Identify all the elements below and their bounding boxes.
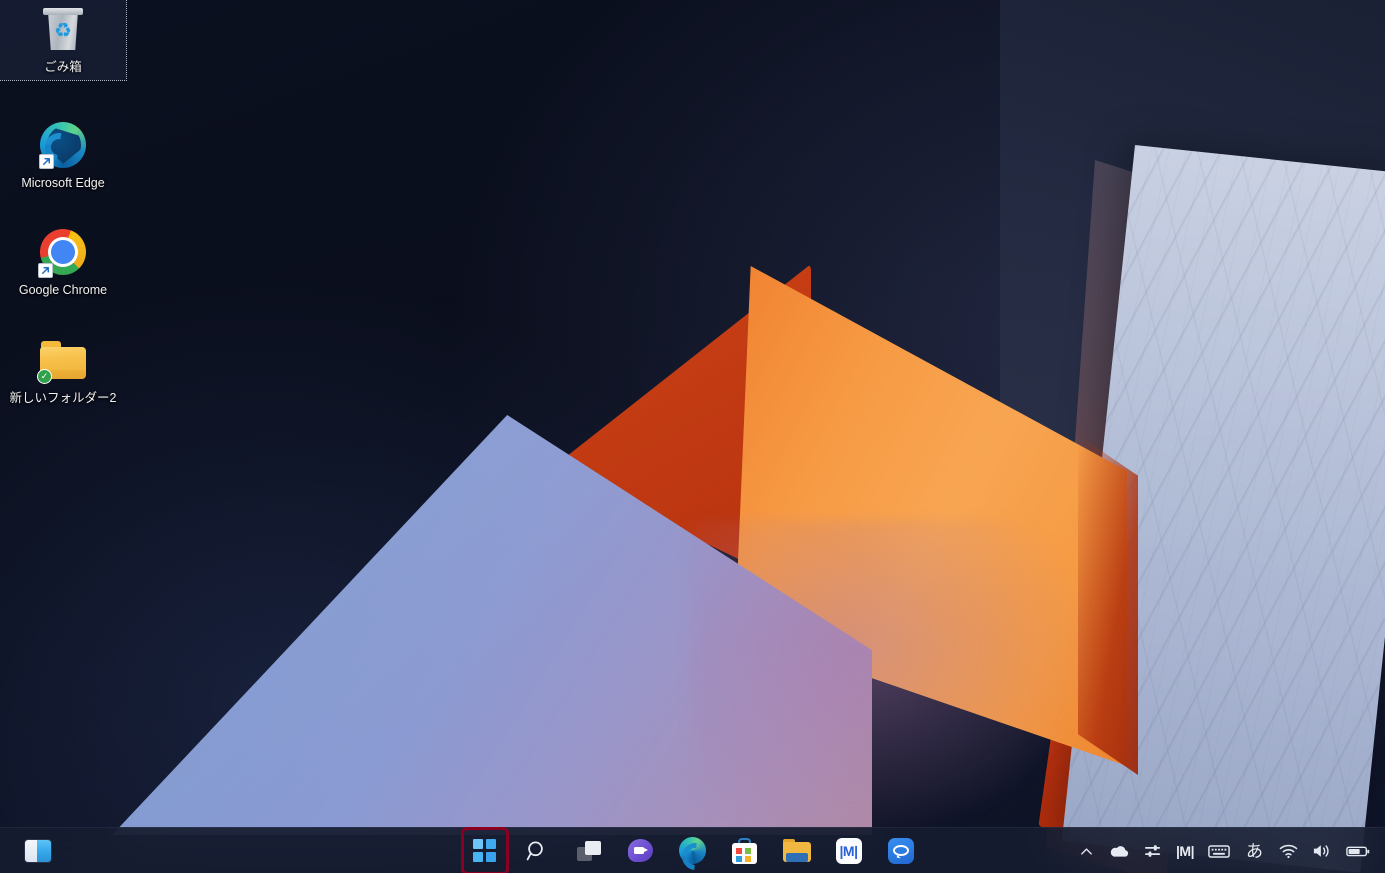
desktop-screen: ♻ ごみ箱 Microsoft Edge Google Chrome ✓ 新しい…	[0, 0, 1385, 873]
taskbar-widgets-button[interactable]	[18, 831, 58, 871]
taskbar-chat-button[interactable]	[621, 831, 661, 871]
widgets-icon	[25, 840, 51, 862]
taskbar-pinned-group: |M|	[460, 826, 921, 873]
desktop-icon-label: ごみ箱	[44, 60, 82, 74]
file-explorer-icon	[782, 839, 811, 862]
microsoft-edge-icon	[679, 837, 706, 864]
tray-volume-button[interactable]	[1305, 831, 1339, 871]
cloud-icon	[1110, 846, 1129, 857]
microsoft-store-icon	[732, 837, 757, 864]
tray-onedrive-button[interactable]	[1101, 831, 1137, 871]
folder-icon: ✓	[37, 337, 87, 385]
taskbar-store-button[interactable]	[725, 831, 765, 871]
chevron-up-icon	[1081, 847, 1092, 855]
desktop-icon-recycle-bin[interactable]: ♻ ごみ箱	[0, 0, 127, 81]
oval-chat-icon	[887, 837, 914, 864]
system-tray: |M| あ	[1072, 828, 1377, 873]
desktop-icon-label: Google Chrome	[18, 283, 108, 298]
onedrive-synced-check-icon: ✓	[37, 368, 52, 384]
taskbar-file-explorer-button[interactable]	[777, 831, 817, 871]
desktop-icon-label: Microsoft Edge	[21, 175, 105, 190]
keyboard-icon	[1208, 844, 1230, 858]
battery-icon	[1346, 846, 1370, 857]
tray-settings-button[interactable]	[1137, 831, 1169, 871]
ime-hiragana-icon: あ	[1246, 841, 1263, 861]
mi-app-icon: |M|	[835, 837, 862, 864]
shortcut-arrow-icon	[39, 153, 54, 169]
ime-mode-icon: |M|	[1176, 843, 1195, 859]
desktop-icon-label: 新しいフォルダー2	[9, 390, 117, 405]
taskbar-oval-app-button[interactable]	[881, 831, 921, 871]
shortcut-arrow-icon	[38, 263, 53, 279]
wallpaper-purple-haze	[690, 520, 1090, 840]
taskbar-search-button[interactable]	[517, 831, 557, 871]
tray-ime-input-button[interactable]: あ	[1237, 831, 1272, 871]
search-icon	[526, 841, 543, 860]
tray-ime-pad-button[interactable]	[1201, 831, 1237, 871]
volume-icon	[1313, 845, 1329, 857]
taskbar-start-button[interactable]	[460, 826, 509, 873]
taskbar-mi-app-button[interactable]: |M|	[829, 831, 869, 871]
desktop-icon-google-chrome[interactable]: Google Chrome	[0, 223, 126, 303]
tray-battery-button[interactable]	[1339, 831, 1377, 871]
chat-icon	[628, 839, 653, 862]
desktop-icon-new-folder-2[interactable]: ✓ 新しいフォルダー2	[0, 331, 126, 411]
taskbar: |M| |M| あ	[0, 826, 1385, 873]
desktop-wallpaper	[0, 0, 1385, 873]
desktop-icon-microsoft-edge[interactable]: Microsoft Edge	[0, 116, 126, 196]
desktop-icon-grid: ♻ ごみ箱 Microsoft Edge Google Chrome ✓ 新しい…	[0, 0, 127, 411]
tray-show-hidden-button[interactable]	[1072, 831, 1101, 871]
google-chrome-icon	[38, 229, 87, 279]
microsoft-edge-icon	[39, 121, 87, 170]
sliders-icon	[1145, 845, 1161, 857]
taskbar-edge-button[interactable]	[673, 831, 713, 871]
tray-network-button[interactable]	[1272, 831, 1305, 871]
task-view-icon	[576, 840, 601, 861]
tray-ime-mode-button[interactable]: |M|	[1169, 831, 1201, 871]
taskbar-task-view-button[interactable]	[569, 831, 609, 871]
wifi-icon	[1279, 844, 1298, 859]
windows-start-icon	[473, 839, 496, 862]
recycle-bin-icon: ♻	[39, 6, 87, 54]
taskbar-left-group	[18, 828, 58, 873]
